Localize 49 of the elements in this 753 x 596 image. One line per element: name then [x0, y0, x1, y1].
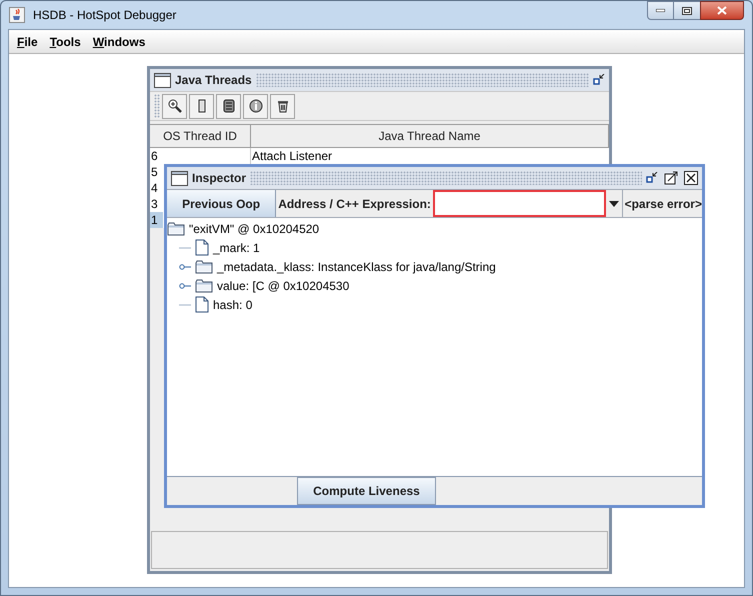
maximize-icon: [682, 6, 692, 14]
toolbar-button[interactable]: [189, 94, 214, 118]
document-icon: [195, 296, 209, 313]
restore-icon[interactable]: [593, 74, 605, 86]
expand-handle-icon[interactable]: [179, 282, 191, 290]
menu-item[interactable]: Tools: [46, 32, 85, 50]
toolbar-button[interactable]: [216, 94, 241, 118]
tree-node-label[interactable]: "exitVM" @ 0x10204520: [189, 220, 320, 238]
menu-item[interactable]: File: [13, 32, 42, 50]
status-text: <parse error>: [622, 190, 702, 217]
folder-icon: [195, 260, 213, 274]
tree-node-label[interactable]: hash: 0: [213, 296, 252, 314]
minimize-icon: [656, 9, 665, 12]
zoom-in-icon: [168, 99, 182, 113]
stack-icon: [222, 99, 236, 113]
title-bar-grip[interactable]: [256, 73, 589, 87]
tree-node-label[interactable]: _metadata._klass: InstanceKlass for java/lang/String: [217, 258, 496, 276]
compute-liveness-button[interactable]: Compute Liveness: [297, 477, 436, 505]
restore-icon[interactable]: [646, 172, 658, 184]
folder-icon: [195, 278, 213, 292]
document-icon: [195, 239, 209, 256]
frame-title: Inspector: [192, 170, 246, 187]
menu-item[interactable]: Windows: [88, 32, 150, 50]
minimize-button[interactable]: [647, 1, 674, 20]
maximize-button[interactable]: [674, 1, 700, 20]
previous-oop-button[interactable]: Previous Oop: [167, 190, 276, 217]
frame-title: Java Threads: [175, 72, 252, 89]
window-title: HSDB - HotSpot Debugger: [33, 7, 176, 24]
maximize-icon[interactable]: [664, 171, 678, 185]
table-row[interactable]: 1: [150, 212, 163, 228]
expand-handle-icon[interactable]: [179, 262, 191, 270]
java-cup-icon: [9, 7, 25, 23]
address-input-field[interactable]: [432, 190, 606, 217]
window-icon: [171, 170, 188, 186]
toolbar-button[interactable]: [162, 94, 187, 118]
address-label: Address / C++ Expression:: [277, 196, 432, 212]
tree-node-label[interactable]: _mark: 1: [213, 238, 260, 256]
folder-icon: [167, 222, 185, 236]
close-icon[interactable]: [684, 171, 698, 185]
trash-icon: [276, 99, 290, 113]
toolbar-button[interactable]: [270, 94, 295, 118]
caret-icon: [608, 200, 619, 206]
window-icon: [154, 72, 171, 88]
toolbar-button[interactable]: [243, 94, 268, 118]
close-button[interactable]: [700, 1, 744, 20]
title-bar-grip[interactable]: [250, 171, 642, 185]
tree-node-label[interactable]: value: [C @ 0x10204530: [217, 276, 350, 294]
close-icon: [717, 6, 727, 15]
info-icon: [248, 99, 262, 113]
